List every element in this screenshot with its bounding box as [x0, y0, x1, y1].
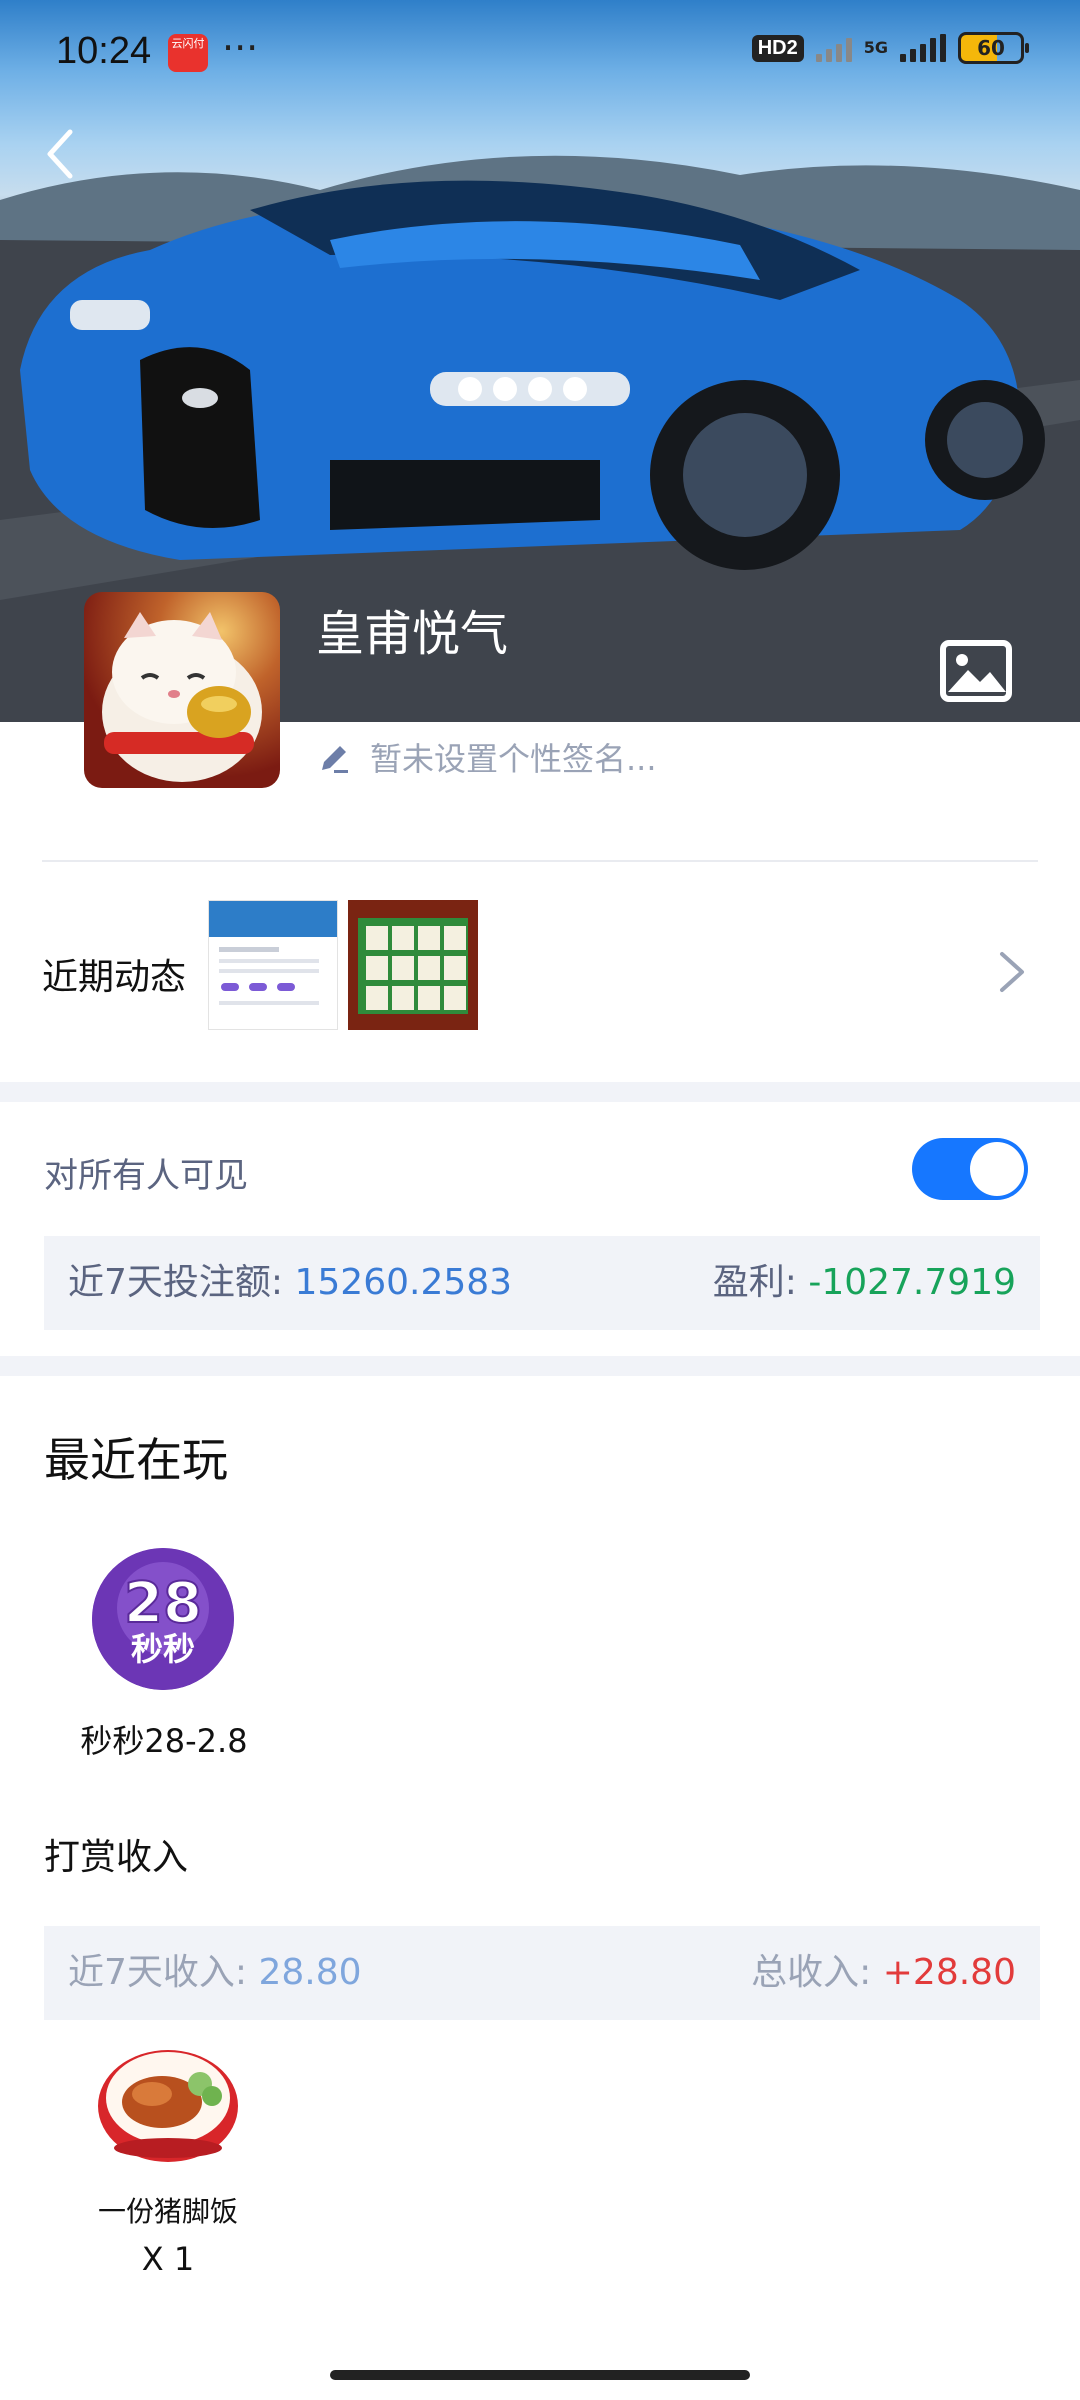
recent-activity-label: 近期动态 [42, 957, 187, 998]
week-income: 近7天收入: 28.80 [68, 1926, 362, 2020]
bet-amount-value: 15260.2583 [294, 1262, 513, 1303]
game-name: 秒秒28-2.8 [80, 1722, 248, 1760]
section-separator [0, 1082, 1080, 1102]
profit: 盈利: -1027.7919 [713, 1236, 1016, 1330]
tip-income-title: 打赏收入 [44, 1837, 189, 1878]
status-bar: 10:24 云闪付 ··· HD2 5G 60 [0, 0, 1080, 110]
back-button[interactable] [36, 124, 88, 184]
profile-screen: 10:24 云闪付 ··· HD2 5G 60 皇甫悦气 暂未设置个性签名...… [0, 0, 1080, 2400]
profit-value: -1027.7919 [808, 1262, 1016, 1303]
change-cover-button[interactable] [940, 640, 1012, 702]
recent-activity-row[interactable]: 近期动态 [0, 880, 1080, 1060]
gift-count: X 1 [141, 2240, 195, 2278]
total-income-label: 总收入: [751, 1952, 872, 1993]
status-time: 10:24 [56, 30, 152, 72]
gift-name: 一份猪脚饭 [97, 2195, 238, 2228]
chevron-right-icon [1000, 952, 1024, 992]
signature-row[interactable]: 暂未设置个性签名... [318, 734, 657, 780]
week-income-label: 近7天收入: [68, 1952, 248, 1993]
visibility-label: 对所有人可见 [44, 1156, 248, 1196]
bet-amount-label: 近7天投注额: [68, 1262, 284, 1303]
avatar[interactable] [84, 592, 280, 788]
activity-thumbnail [208, 900, 338, 1030]
toggle-knob [970, 1142, 1024, 1196]
game-icon[interactable]: 28 秒秒 [92, 1548, 234, 1690]
total-income: 总收入: +28.80 [751, 1926, 1016, 2020]
battery-icon: 60 [958, 32, 1029, 64]
section-separator [0, 1356, 1080, 1376]
status-more-icon: ··· [222, 26, 259, 70]
edit-pencil-icon [322, 746, 348, 773]
network-type-label: 5G [863, 38, 888, 57]
week-income-value: 28.80 [258, 1952, 362, 1993]
profit-label: 盈利: [712, 1262, 797, 1303]
game-icon-number: 28 [124, 1571, 202, 1636]
divider [42, 860, 1038, 862]
gallery-icon [940, 640, 1012, 702]
game-28-icon: 28 秒秒 [92, 1548, 234, 1690]
recent-playing-title: 最近在玩 [44, 1433, 228, 1487]
screenshot-thumbnail-image [209, 901, 337, 1005]
total-income-value: +28.80 [882, 1952, 1016, 1993]
back-arrow-icon [47, 129, 73, 179]
signal-strong-icon [900, 34, 946, 62]
payment-app-icon: 云闪付 [168, 34, 208, 72]
bet-stats-box: 近7天投注额: 15260.2583 盈利: -1027.7919 [44, 1236, 1040, 1330]
pork-rice-bowl-icon [98, 2050, 238, 2162]
hd-badge: HD2 [751, 34, 804, 62]
visibility-toggle[interactable] [912, 1138, 1028, 1200]
game-icon-subtext: 秒秒 [131, 1630, 195, 1668]
nickname: 皇甫悦气 [316, 606, 509, 662]
gift-item[interactable] [96, 2036, 240, 2166]
bet-amount: 近7天投注额: 15260.2583 [68, 1236, 512, 1330]
lucky-cat-avatar-image [102, 612, 262, 782]
activity-thumbnail [348, 900, 478, 1030]
signature-placeholder: 暂未设置个性签名... [370, 740, 657, 778]
status-indicators: HD2 5G 60 [751, 32, 1029, 64]
tip-income-stats-box: 近7天收入: 28.80 总收入: +28.80 [44, 1926, 1040, 2020]
home-indicator[interactable] [330, 2370, 750, 2380]
signal-weak-icon [815, 34, 852, 62]
mahjong-game-thumbnail-image [348, 900, 478, 1030]
